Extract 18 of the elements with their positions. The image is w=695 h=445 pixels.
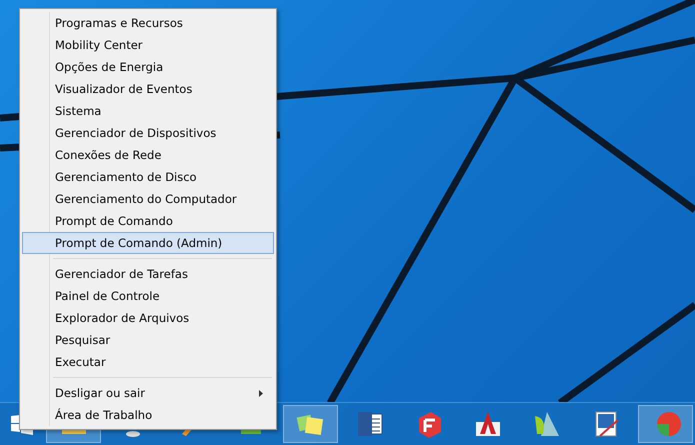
menu-item[interactable]: Conexões de Rede <box>22 144 274 166</box>
menu-item[interactable]: Explorador de Arquivos <box>22 307 274 329</box>
menu-item[interactable]: Visualizador de Eventos <box>22 78 274 100</box>
menu-item[interactable]: Programas e Recursos <box>22 12 274 34</box>
menu-item[interactable]: Executar <box>22 351 274 373</box>
menu-item[interactable]: Opções de Energia <box>22 56 274 78</box>
menu-item[interactable]: Prompt de Comando <box>22 210 274 232</box>
menu-item[interactable]: Desligar ou sair <box>22 382 274 404</box>
menu-item[interactable]: Sistema <box>22 100 274 122</box>
menu-item[interactable]: Gerenciador de Tarefas <box>22 263 274 285</box>
menu-item[interactable]: Prompt de Comando (Admin) <box>22 232 274 254</box>
menu-item[interactable]: Pesquisar <box>22 329 274 351</box>
menu-item[interactable]: Painel de Controle <box>22 285 274 307</box>
menu-item[interactable]: Mobility Center <box>22 34 274 56</box>
menu-item[interactable]: Área de Trabalho <box>22 404 274 426</box>
menu-item[interactable]: Gerenciamento do Computador <box>22 188 274 210</box>
menu-item[interactable]: Gerenciador de Dispositivos <box>22 122 274 144</box>
menu-item[interactable]: Gerenciamento de Disco <box>22 166 274 188</box>
